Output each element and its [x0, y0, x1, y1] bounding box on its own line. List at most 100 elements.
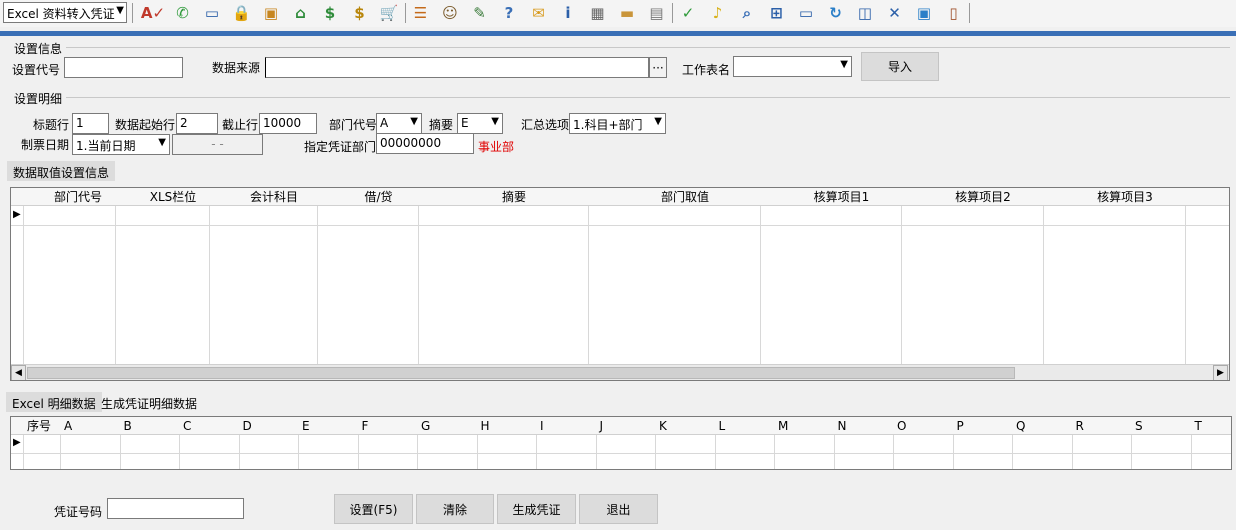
code-input[interactable] [64, 57, 183, 78]
calculator-icon[interactable]: ▦ [587, 2, 609, 24]
toolbar-separator [969, 3, 970, 23]
date-select[interactable]: 1.当前日期 ▼ [72, 134, 170, 155]
close-icon[interactable]: ✕ [884, 2, 906, 24]
exit-door-icon[interactable]: ▯ [943, 2, 965, 24]
mail-icon[interactable]: ✉ [528, 2, 550, 24]
minimize-icon[interactable]: ▣ [913, 2, 935, 24]
fetch-grid-header: 部门代号 XLS栏位 会计科目 借/贷 摘要 部门取值 核算项目1 核算项目2 … [11, 188, 1229, 206]
end-row-label: 截止行 [222, 118, 259, 132]
summary-select[interactable]: E ▼ [457, 113, 503, 134]
edit-icon[interactable]: ✎ [469, 2, 491, 24]
grid-line [901, 206, 902, 364]
col-header: M [778, 419, 789, 433]
header-row-input[interactable]: 1 [72, 113, 109, 134]
chevron-down-icon: ▼ [491, 116, 499, 127]
window-icon[interactable]: ◫ [854, 2, 876, 24]
col-header: 会计科目 [249, 190, 298, 204]
date-label: 制票日期 [21, 138, 70, 152]
mode-select-value: Excel 资料转入凭证 [7, 7, 115, 21]
computer-icon[interactable]: ▭ [201, 2, 223, 24]
dept-code-select[interactable]: A ▼ [376, 113, 422, 134]
header-row-label: 标题行 [33, 118, 70, 132]
voucher-no-label: 凭证号码 [54, 505, 103, 519]
dollar-icon[interactable]: $ [319, 2, 341, 24]
end-row-input[interactable]: 10000 [259, 113, 317, 134]
list-icon[interactable]: ☰ [410, 2, 432, 24]
tab-fetch-settings[interactable]: 数据取值设置信息 [7, 161, 116, 181]
grid-line [1185, 206, 1186, 364]
col-header: 序号 [27, 419, 52, 433]
bell-icon[interactable]: ♪ [707, 2, 729, 24]
generate-voucher-button[interactable]: 生成凭证 [497, 494, 576, 524]
check-icon[interactable]: ✓ [677, 2, 699, 24]
source-input[interactable] [265, 57, 649, 78]
settings-button[interactable]: 设置(F5) [334, 494, 413, 524]
spell-check-icon[interactable]: A✓ [141, 2, 165, 24]
monitor-icon[interactable]: ▭ [795, 2, 817, 24]
col-header: 核算项目3 [1097, 190, 1153, 204]
col-header: L [718, 419, 726, 433]
money-bag-icon[interactable]: $ [349, 2, 371, 24]
fetch-grid-hscroll[interactable]: ◀ ▶ [11, 364, 1229, 380]
briefcase-icon[interactable]: ▣ [260, 2, 282, 24]
summary-label: 摘要 [429, 118, 454, 132]
col-header: 部门代号 [53, 190, 102, 204]
document-icon[interactable]: ▤ [646, 2, 668, 24]
col-header: J [599, 419, 604, 433]
scroll-thumb[interactable] [27, 367, 1015, 379]
chevron-down-icon: ▼ [116, 5, 124, 16]
col-header: T [1194, 419, 1202, 433]
cart-icon[interactable]: 🛒 [378, 2, 400, 24]
home-icon[interactable]: ⌂ [290, 2, 312, 24]
col-header: 部门取值 [660, 190, 709, 204]
import-button[interactable]: 导入 [861, 52, 939, 81]
sheet-select[interactable]: ▼ [733, 56, 852, 77]
col-header: K [659, 419, 667, 433]
folder-icon[interactable]: ▬ [616, 2, 638, 24]
browse-button[interactable]: ··· [649, 57, 667, 78]
start-row-input[interactable]: 2 [176, 113, 218, 134]
divider [66, 97, 1230, 98]
scroll-left-icon[interactable]: ◀ [11, 365, 26, 380]
col-header: B [123, 419, 132, 433]
toolbar: Excel 资料转入凭证 ▼ A✓ ✆ ▭ 🔒 ▣ ⌂ $ $ 🛒 ☰ ☺ ✎? ✉ i ▦ ▬ ▤ ✓ ♪ ⌕ ⊞ ▭ ↻… [0, 0, 1236, 27]
help-icon[interactable]: ? [498, 2, 520, 24]
col-header: E [302, 419, 310, 433]
mode-select[interactable]: Excel 资料转入凭证 ▼ [3, 2, 127, 23]
grid-line [317, 206, 318, 364]
scroll-right-icon[interactable]: ▶ [1213, 365, 1228, 380]
grid-line [588, 206, 589, 364]
divider [66, 47, 1230, 48]
org-chart-icon[interactable]: ⊞ [766, 2, 788, 24]
row-pointer-icon: ▶ [13, 209, 21, 220]
toolbar-separator [404, 3, 406, 23]
col-header: G [421, 419, 431, 433]
voucher-no-input[interactable] [107, 498, 244, 519]
search-icon[interactable]: ⌕ [736, 2, 758, 24]
phone-icon[interactable]: ✆ [172, 2, 194, 24]
date-input[interactable]: - - [172, 134, 263, 155]
row-pointer-icon: ▶ [13, 437, 21, 448]
tab-voucher-detail[interactable]: 生成凭证明细数据 [95, 392, 203, 412]
chevron-down-icon: ▼ [158, 137, 166, 148]
col-header: D [242, 419, 252, 433]
voucher-dept-name: 事业部 [478, 140, 515, 154]
voucher-dept-input[interactable]: 00000000 [376, 133, 474, 154]
users-icon[interactable]: ☺ [439, 2, 461, 24]
info-icon[interactable]: i [557, 2, 579, 24]
excel-grid[interactable]: 序号 A B C D E F G H I J K L M N O P Q R S T ▶ [10, 416, 1232, 470]
refresh-icon[interactable]: ↻ [825, 2, 847, 24]
clear-button[interactable]: 清除 [416, 494, 494, 524]
lock-icon[interactable]: 🔒 [231, 2, 253, 24]
chevron-down-icon: ▼ [654, 116, 662, 127]
tab-excel-detail[interactable]: Excel 明细数据 [6, 392, 102, 412]
grid-line [11, 453, 1231, 454]
accent-band [0, 31, 1236, 36]
exit-button[interactable]: 退出 [579, 494, 658, 524]
col-header: A [64, 419, 73, 433]
aggregate-select[interactable]: 1.科目+部门 ▼ [569, 113, 666, 134]
dept-code-label: 部门代号 [329, 118, 378, 132]
fetch-grid[interactable]: 部门代号 XLS栏位 会计科目 借/贷 摘要 部门取值 核算项目1 核算项目2 … [10, 187, 1230, 381]
col-header: C [183, 419, 192, 433]
grid-line [115, 206, 116, 364]
